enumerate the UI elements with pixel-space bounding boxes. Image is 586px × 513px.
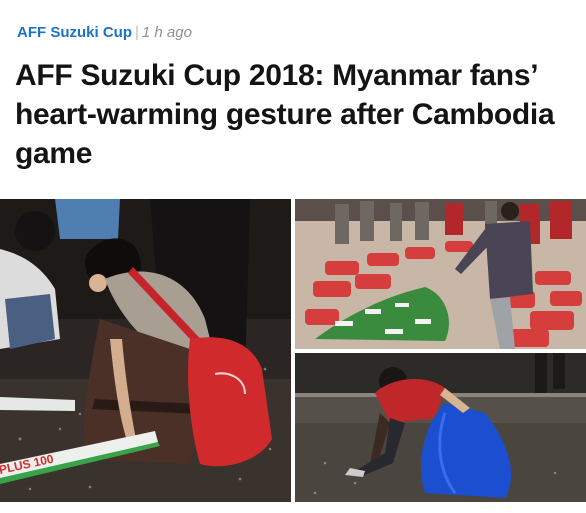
category-link[interactable]: AFF Suzuki Cup [17,24,132,41]
photo-fan-cleaning[interactable]: PLUS 100 [0,199,291,502]
photo-blue-bag[interactable] [295,353,586,502]
article-meta: AFF Suzuki Cup | 1 h ago [17,24,192,42]
article-headline: AFF Suzuki Cup 2018: Myanmar fans’ heart… [15,59,555,170]
timestamp: 1 h ago [141,24,192,41]
meta-separator: | [135,24,139,41]
photo-stadium-seats[interactable] [295,199,586,349]
